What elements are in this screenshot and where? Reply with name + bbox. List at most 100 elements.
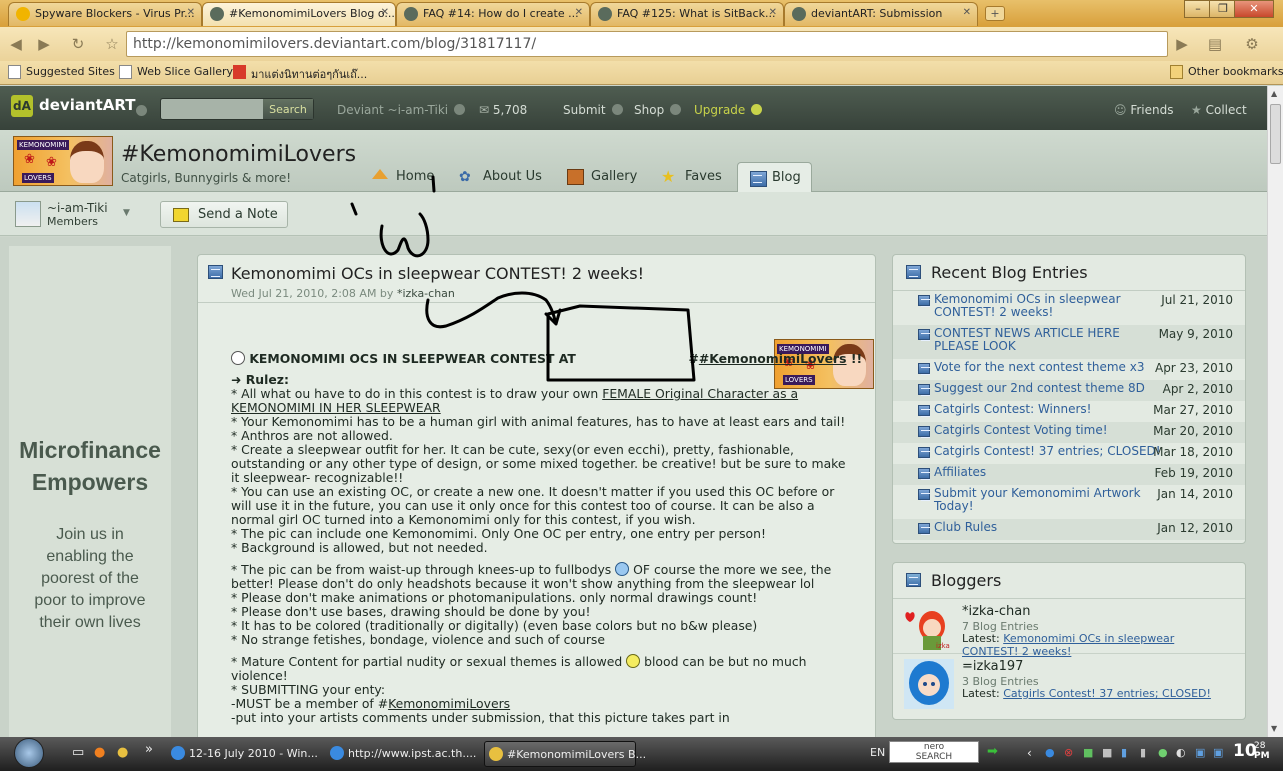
tray-app-icon[interactable]: ▣ (1213, 746, 1223, 759)
close-tab-icon[interactable]: ✕ (381, 7, 389, 18)
club-link[interactable]: #KemonomimiLovers (699, 351, 847, 366)
list-item[interactable]: Catgirls Contest Voting time! Mar 20, 20… (893, 422, 1245, 443)
tray-antivirus-icon[interactable]: ⊗ (1064, 746, 1073, 759)
scroll-down-icon[interactable]: ▼ (1271, 724, 1277, 733)
send-note-button[interactable]: Send a Note (160, 201, 288, 228)
more-chevron-icon[interactable]: » (145, 742, 153, 757)
avatar[interactable]: izka (904, 604, 954, 654)
chevron-down-icon[interactable]: ▼ (123, 208, 130, 218)
browser-tab-1[interactable]: Spyware Blockers - Virus Pr... ✕ (8, 2, 202, 26)
reload-icon[interactable]: ↻ (66, 34, 90, 54)
language-indicator[interactable]: EN (870, 746, 885, 759)
tray-back-icon[interactable]: ‹ (1027, 746, 1032, 760)
post-title[interactable]: Kemonomimi OCs in sleepwear CONTEST! 2 w… (231, 264, 644, 283)
chevron-down-icon (454, 104, 466, 115)
ad-headline: Microfinance Empowers (19, 437, 161, 495)
list-item[interactable]: Catgirls Contest! 37 entries; CLOSED! Ma… (893, 443, 1245, 464)
tray-network-icon[interactable]: ▮ (1121, 746, 1127, 759)
close-tab-icon[interactable]: ✕ (187, 7, 195, 18)
list-item[interactable]: Submit your Kemonomimi Artwork Today! Ja… (893, 485, 1245, 519)
latest-entry-link[interactable]: Catgirls Contest! 37 entries; CLOSED! (1003, 687, 1211, 700)
post-author[interactable]: *izka-chan (397, 287, 455, 300)
member-badge[interactable]: ~i-am-Tiki Members ▼ (15, 201, 135, 229)
tab-gallery[interactable]: Gallery (557, 162, 647, 193)
tray-app-icon[interactable]: ● (1158, 746, 1168, 759)
tray-app-icon[interactable]: ▮ (1140, 746, 1146, 759)
group-avatar[interactable]: KEMONOMIMI ❀ ❀ LOVERS (13, 136, 113, 186)
club-link[interactable]: KemonomimiLovers (388, 696, 510, 711)
scroll-up-icon[interactable]: ▲ (1271, 89, 1277, 98)
start-button[interactable] (14, 738, 44, 768)
page-menu-icon[interactable]: ▤ (1203, 34, 1227, 54)
upgrade-link[interactable]: Upgrade (694, 103, 763, 117)
list-item[interactable]: CONTEST NEWS ARTICLE HERE PLEASE LOOK Ma… (893, 325, 1245, 359)
tray-app-icon[interactable]: ■ (1083, 746, 1093, 759)
tray-volume-icon[interactable]: ◐ (1176, 746, 1186, 759)
chrome-icon[interactable]: ● (117, 745, 128, 760)
chevron-down-icon[interactable] (136, 105, 147, 116)
go-icon[interactable]: ▶ (1170, 34, 1194, 54)
blog-icon (918, 329, 930, 341)
taskbar-item-ie-2[interactable]: http://www.ipst.ac.th.... (326, 741, 476, 767)
friends-link[interactable]: ☺ Friends (1114, 103, 1174, 117)
taskbar-item-chrome[interactable]: #KemonomimiLovers B... (484, 741, 646, 767)
paw-icon: ❀ (24, 152, 35, 167)
minimize-button[interactable]: – (1184, 0, 1212, 18)
go-arrow-icon[interactable]: ➡ (987, 744, 998, 759)
paw-icon: ❀ (46, 155, 57, 170)
list-item[interactable]: Vote for the next contest theme x3 Apr 2… (893, 359, 1245, 380)
browser-tab-3[interactable]: FAQ #14: How do I create ... ✕ (396, 2, 590, 26)
bookmark-suggested-sites[interactable]: Suggested Sites (8, 65, 115, 79)
shop-menu[interactable]: Shop (634, 103, 682, 117)
show-desktop-icon[interactable]: ▭ (72, 745, 84, 760)
other-bookmarks[interactable]: Other bookmarks (1170, 65, 1283, 79)
list-item[interactable]: Suggest our 2nd contest theme 8D Apr 2, … (893, 380, 1245, 401)
collect-link[interactable]: ★ Collect (1191, 103, 1247, 117)
firefox-icon[interactable]: ● (94, 745, 105, 760)
taskbar-item-ie-1[interactable]: 12-16 July 2010 - Win... (167, 741, 318, 767)
user-menu[interactable]: Deviant ~i-am-Tiki (337, 103, 466, 117)
nero-search-box[interactable]: nero SEARCH (889, 741, 979, 763)
maximize-button[interactable]: ❐ (1209, 0, 1237, 18)
page-icon (119, 65, 132, 79)
tray-app-icon[interactable]: ■ (1102, 746, 1112, 759)
list-item[interactable]: Club Rules Jan 12, 2010 (893, 519, 1245, 540)
messages-count[interactable]: ✉ 5,708 (479, 103, 527, 117)
blog-icon (918, 295, 930, 307)
forward-icon[interactable]: ▶ (32, 34, 56, 54)
close-window-button[interactable]: ✕ (1234, 0, 1274, 18)
tab-faves[interactable]: ★ Faves (651, 162, 732, 193)
address-bar[interactable]: http://kemonomimilovers.deviantart.com/b… (126, 31, 1168, 57)
search-button[interactable]: Search (263, 99, 313, 119)
new-tab-button[interactable]: + (985, 6, 1005, 21)
system-clock[interactable]: 10 28 PM (1233, 741, 1270, 761)
tab-blog[interactable]: Blog (737, 162, 812, 193)
list-item[interactable]: Affiliates Feb 19, 2010 (893, 464, 1245, 485)
browser-tab-2[interactable]: #KemonomimiLovers Blog o... ✕ (202, 2, 396, 26)
close-tab-icon[interactable]: ✕ (963, 7, 971, 18)
bookmark-web-slice-gallery[interactable]: Web Slice Gallery (119, 65, 233, 79)
wrench-icon[interactable]: ⚙ (1240, 34, 1264, 54)
close-tab-icon[interactable]: ✕ (769, 7, 777, 18)
star-icon[interactable]: ☆ (100, 34, 124, 54)
page-scrollbar[interactable]: ▲ ▼ (1267, 86, 1283, 737)
browser-tab-4[interactable]: FAQ #125: What is SitBack... ✕ (590, 2, 784, 26)
tray-app-icon[interactable]: ▣ (1195, 746, 1205, 759)
list-item[interactable]: Kemonomimi OCs in sleepwear CONTEST! 2 w… (893, 291, 1245, 325)
deviantart-favicon-icon (598, 7, 612, 21)
tab-home[interactable]: Home (362, 162, 444, 193)
search-input[interactable]: Search (160, 98, 314, 120)
back-icon[interactable]: ◀ (4, 34, 28, 54)
list-item[interactable]: Catgirls Contest: Winners! Mar 27, 2010 (893, 401, 1245, 422)
submit-menu[interactable]: Submit (563, 103, 623, 117)
deviantart-logo[interactable]: dA deviantART (11, 95, 136, 117)
tray-ie-icon[interactable]: ● (1045, 746, 1055, 759)
close-tab-icon[interactable]: ✕ (575, 7, 583, 18)
scrollbar-thumb[interactable] (1270, 104, 1281, 164)
browser-tab-5[interactable]: deviantART: Submission ✕ (784, 2, 978, 26)
advertisement[interactable]: Microfinance Empowers Join us in enablin… (9, 246, 171, 737)
bookmark-thai-story[interactable]: มาแต่งนิทานต่อๆกันเถ๊... (233, 65, 367, 83)
avatar[interactable] (904, 659, 954, 709)
tab-about-us[interactable]: ✿ About Us (449, 162, 552, 193)
blog-post: Kemonomimi OCs in sleepwear CONTEST! 2 w… (197, 254, 876, 737)
